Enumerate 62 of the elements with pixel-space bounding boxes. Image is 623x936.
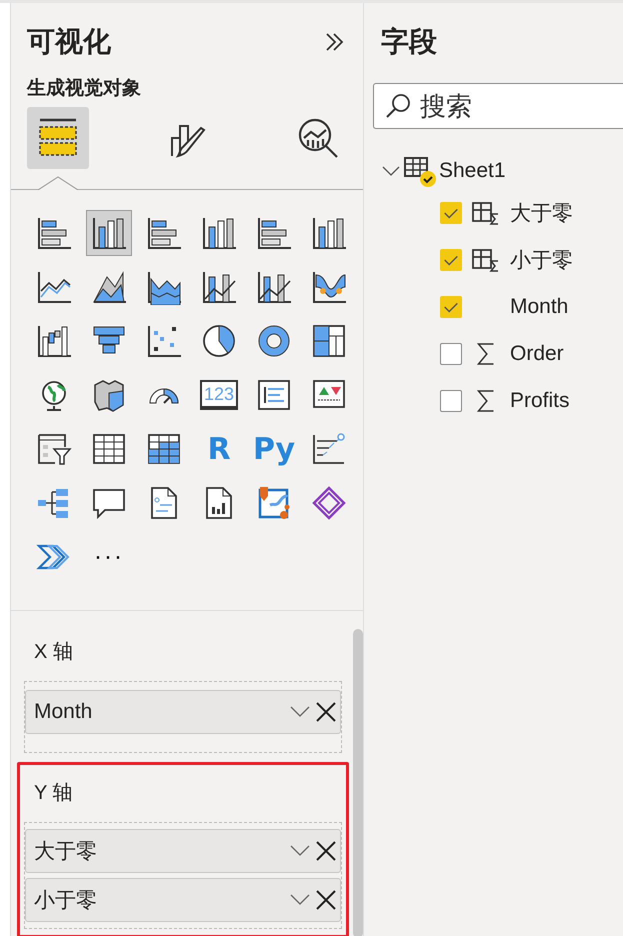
field-name[interactable]: 大于零 (510, 198, 573, 226)
pane-title: 可视化 (27, 25, 111, 59)
checkbox[interactable] (440, 248, 462, 270)
influencers-chart-icon (311, 431, 347, 467)
measure-icon (471, 246, 501, 272)
field-pill[interactable]: 小于零 (25, 878, 341, 922)
checkbox[interactable] (440, 202, 462, 224)
scatter-chart-icon (146, 323, 182, 359)
checkbox[interactable] (440, 342, 462, 364)
measure-icon (471, 200, 501, 226)
area-chart-icon (91, 269, 127, 305)
line-chart-icon (36, 269, 72, 305)
power-apps-chart-icon (311, 485, 347, 521)
search-field[interactable]: 搜索 (373, 83, 623, 129)
slicer-chart-icon (36, 431, 72, 467)
magnifier-chart-icon (296, 116, 340, 160)
ribbon-chart-icon (311, 269, 347, 305)
bar-h-chart-icon (36, 215, 72, 251)
close-icon[interactable] (316, 702, 336, 722)
more-button[interactable]: ··· (86, 534, 132, 580)
scrollbar[interactable] (353, 629, 363, 936)
field-name[interactable]: Order (510, 342, 564, 366)
field-name: 小于零 (34, 888, 98, 914)
bar-h-chart-icon (146, 215, 182, 251)
matrix-chart-icon (146, 431, 182, 467)
stacked-area-chart-icon (146, 269, 182, 305)
field-pill[interactable]: Month (25, 690, 341, 734)
search-icon (385, 93, 411, 119)
column-chart-icon (311, 215, 347, 251)
multi-card-chart-icon (256, 377, 292, 413)
pane-tab[interactable] (27, 107, 89, 169)
pane-title: 字段 (380, 25, 438, 59)
column-chart-icon (201, 215, 237, 251)
combo-chart-icon (201, 269, 237, 305)
table-chart-icon (91, 431, 127, 467)
treemap-chart-icon (311, 323, 347, 359)
tab-pointer-icon (38, 176, 78, 190)
close-icon[interactable] (316, 890, 336, 910)
bar-h-chart-icon (256, 215, 292, 251)
column-chart-icon (91, 215, 127, 251)
well-label: X 轴 (33, 640, 74, 665)
donut-chart-icon (256, 323, 292, 359)
chevron-down-icon[interactable] (290, 894, 310, 906)
field-name[interactable]: Profits (510, 388, 570, 412)
waterfall-chart-icon (36, 323, 72, 359)
section-title: 生成视觉对象 (26, 76, 142, 101)
field-name: Month (34, 700, 94, 724)
chevron-down-icon[interactable] (290, 845, 310, 857)
close-icon[interactable] (316, 841, 336, 861)
field-name: 大于零 (34, 839, 98, 865)
card-icon: 123 (200, 380, 238, 410)
table-name[interactable]: Sheet1 (439, 159, 506, 183)
field-name[interactable]: Month (510, 294, 568, 318)
combo-chart-icon (256, 269, 292, 305)
well-label: Y 轴 (33, 781, 74, 806)
chevron-down-icon[interactable] (290, 706, 310, 718)
field-pill[interactable]: 大于零 (25, 829, 341, 873)
field-name[interactable]: 小于零 (510, 246, 573, 274)
checkbox[interactable] (440, 390, 462, 412)
visual-type-button[interactable] (86, 210, 132, 256)
checkbox[interactable] (440, 296, 462, 318)
pie-chart-icon (201, 323, 237, 359)
